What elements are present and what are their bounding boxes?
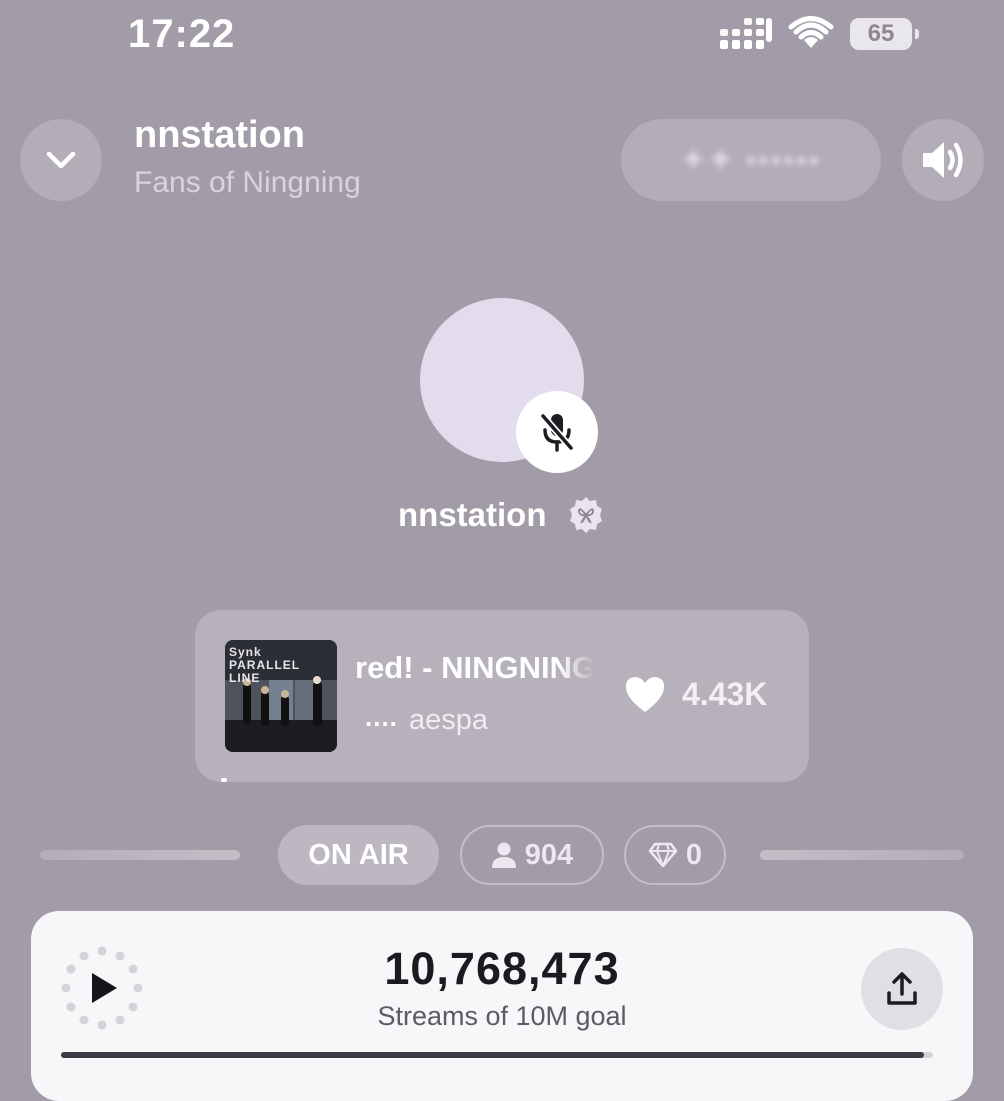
now-playing-card[interactable]: Synk PARALLEL LINE red! - NINGNING .... … [195,610,809,782]
on-air-badge: ON AIR [278,825,439,885]
status-time: 17:22 [128,12,236,56]
streams-count: 10,768,473 [384,943,620,994]
goal-progress-fill [61,1052,925,1058]
album-cover-text: Synk PARALLEL LINE [229,645,300,685]
battery-indicator: 65 [850,18,912,50]
volume-button[interactable] [902,119,984,201]
host-name: nnstation [398,496,547,533]
song-title: red! - NINGNING [355,650,595,685]
chevron-down-icon [46,151,76,169]
album-cover: Synk PARALLEL LINE [225,640,337,752]
station-subtitle: Fans of Ningning [134,166,361,199]
cellular-signal-icon [720,18,772,57]
wifi-icon [788,16,834,55]
speaker-icon [923,142,963,178]
blurred-pill-label: ✦✦ ▪▪▪▪▪▪ [680,143,822,177]
streams-goal-label: Streams of 10M goal [377,1001,627,1031]
stream-player-panel: 10,768,473 Streams of 10M goal [31,911,973,1101]
divider-left [40,850,240,860]
battery-tip [915,29,919,39]
blurred-pill-button[interactable]: ✦✦ ▪▪▪▪▪▪ [621,119,881,201]
on-air-label: ON AIR [308,838,409,871]
listener-count: 904 [524,838,574,871]
diamond-icon [648,842,678,868]
equalizer-dots: .... [365,702,398,732]
share-icon [887,972,917,1005]
goal-progress-track [61,1052,933,1058]
gem-count: 0 [685,838,703,871]
mic-status-badge [516,391,598,473]
person-icon [491,842,516,868]
share-button[interactable] [861,948,943,1030]
heart-icon[interactable] [623,674,667,719]
station-title: nnstation [134,114,305,156]
gems-chip[interactable]: 0 [624,825,726,885]
song-progress-bar [221,778,227,782]
divider-right [760,850,964,860]
listeners-chip[interactable]: 904 [460,825,604,885]
collapse-button[interactable] [20,119,102,201]
verified-badge-icon [567,496,605,539]
mic-muted-icon [539,412,575,452]
like-count: 4.43K [682,676,768,712]
song-artist: aespa [409,704,489,736]
